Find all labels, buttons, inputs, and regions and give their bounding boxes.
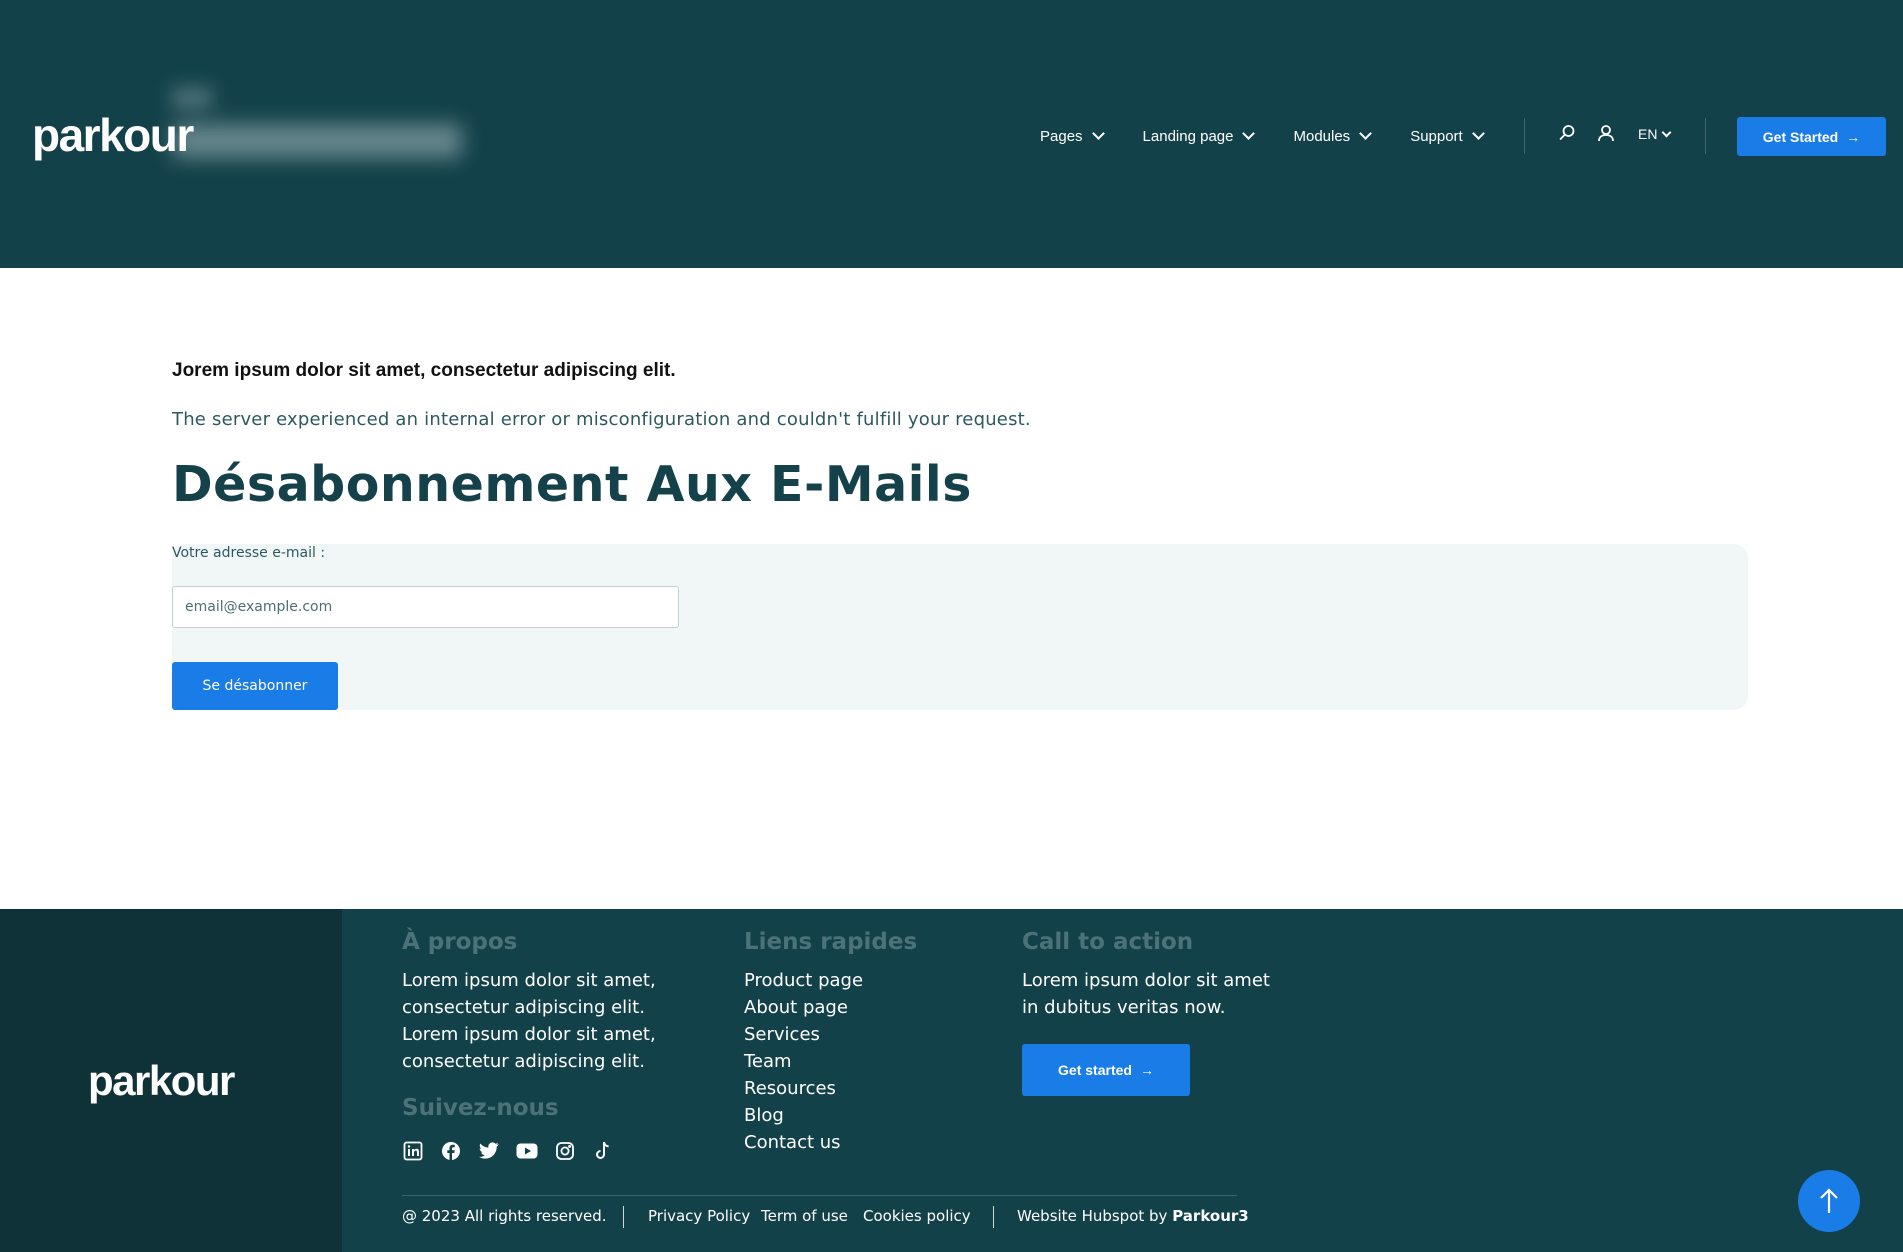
page-title: Désabonnement Aux E-Mails	[172, 456, 972, 513]
about-heading: À propos	[402, 929, 518, 955]
about-text: Lorem ipsum dolor sit amet, consectetur …	[402, 967, 656, 1075]
button-label: Get Started	[1762, 128, 1839, 145]
chevron-down-icon	[1242, 127, 1256, 140]
quick-link-blog[interactable]: Blog	[744, 1102, 863, 1129]
header-logo[interactable]: parkour	[32, 108, 194, 162]
cta-line: in dubitus veritas now.	[1022, 997, 1226, 1018]
quick-links-heading: Liens rapides	[744, 929, 918, 955]
credit-prefix: Website Hubspot by	[1017, 1207, 1173, 1225]
quick-link-about-page[interactable]: About page	[744, 994, 863, 1021]
footer-divider	[402, 1195, 1237, 1196]
lead-text: Jorem ipsum dolor sit amet, consectetur …	[172, 360, 676, 381]
chevron-down-icon	[1471, 127, 1485, 140]
nav-label: Support	[1410, 127, 1463, 145]
quick-link-resources[interactable]: Resources	[744, 1075, 863, 1102]
nav-label: Landing page	[1142, 127, 1234, 145]
quick-link-services[interactable]: Services	[744, 1021, 863, 1048]
site-footer: parkour À propos Lorem ipsum dolor sit a…	[0, 909, 1903, 1252]
nav-label: Modules	[1293, 127, 1351, 145]
nav-item-landing-page[interactable]: Landing page	[1142, 127, 1256, 145]
privacy-policy-link[interactable]: Privacy Policy	[648, 1207, 750, 1225]
footer-get-started-button[interactable]: Get started →	[1022, 1044, 1190, 1096]
cta-line: Lorem ipsum dolor sit amet	[1022, 970, 1270, 991]
about-line: consectetur adipiscing elit.	[402, 997, 645, 1018]
quick-links-list: Product page About page Services Team Re…	[744, 967, 863, 1156]
scroll-to-top-button[interactable]	[1798, 1170, 1860, 1232]
site-header: parkour Pages Landing page Modules Suppo…	[0, 0, 1903, 268]
youtube-icon[interactable]	[516, 1140, 538, 1162]
unsubscribe-button[interactable]: Se désabonner	[172, 662, 338, 710]
arrow-up-icon	[1820, 1188, 1838, 1213]
language-selector[interactable]: EN	[1638, 126, 1672, 142]
terms-of-use-link[interactable]: Term of use	[761, 1207, 848, 1225]
cta-heading: Call to action	[1022, 929, 1194, 955]
nav-item-modules[interactable]: Modules	[1293, 127, 1373, 145]
email-label: Votre adresse e-mail :	[172, 545, 326, 561]
instagram-icon[interactable]	[554, 1140, 576, 1162]
about-line: Lorem ipsum dolor sit amet,	[402, 1024, 656, 1045]
email-field[interactable]	[172, 586, 679, 628]
social-links	[402, 1140, 630, 1162]
cookies-policy-link[interactable]: Cookies policy	[863, 1207, 971, 1225]
quick-link-product-page[interactable]: Product page	[744, 967, 863, 994]
chevron-down-icon	[1359, 127, 1373, 140]
language-label: EN	[1638, 126, 1658, 142]
nav-label: Pages	[1040, 127, 1083, 145]
error-description: The server experienced an internal error…	[172, 409, 1031, 430]
copyright: @ 2023 All rights reserved.	[402, 1207, 607, 1225]
nav-item-support[interactable]: Support	[1410, 127, 1485, 145]
blurred-background-text	[172, 80, 472, 170]
footer-brand-panel: parkour	[0, 909, 342, 1252]
follow-heading: Suivez-nous	[402, 1095, 559, 1121]
get-started-button[interactable]: Get Started →	[1737, 117, 1886, 156]
about-line: consectetur adipiscing elit.	[402, 1051, 645, 1072]
cta-text: Lorem ipsum dolor sit amet in dubitus ve…	[1022, 967, 1270, 1021]
footer-logo[interactable]: parkour	[88, 1057, 235, 1105]
credit-name[interactable]: Parkour3	[1172, 1207, 1249, 1225]
quick-link-contact-us[interactable]: Contact us	[744, 1129, 863, 1156]
nav-item-pages[interactable]: Pages	[1040, 127, 1105, 145]
linkedin-icon[interactable]	[402, 1140, 424, 1162]
nav-divider	[1524, 118, 1525, 154]
chevron-down-icon	[1091, 127, 1105, 140]
search-icon[interactable]	[1558, 124, 1576, 147]
button-label: Get started	[1058, 1062, 1132, 1078]
main-nav: Pages Landing page Modules Support	[1040, 124, 1523, 148]
credit: Website Hubspot by Parkour3	[1017, 1207, 1249, 1225]
facebook-icon[interactable]	[440, 1140, 462, 1162]
nav-divider	[1705, 118, 1706, 154]
about-line: Lorem ipsum dolor sit amet,	[402, 970, 656, 991]
quick-link-team[interactable]: Team	[744, 1048, 863, 1075]
footer-vertical-divider	[623, 1206, 624, 1228]
footer-vertical-divider	[993, 1206, 994, 1228]
tiktok-icon[interactable]	[592, 1140, 614, 1162]
arrow-right-icon: →	[1139, 1062, 1154, 1078]
arrow-right-icon: →	[1846, 128, 1861, 145]
chevron-down-icon	[1662, 127, 1672, 137]
twitter-icon[interactable]	[478, 1140, 500, 1162]
user-icon[interactable]	[1597, 124, 1615, 147]
